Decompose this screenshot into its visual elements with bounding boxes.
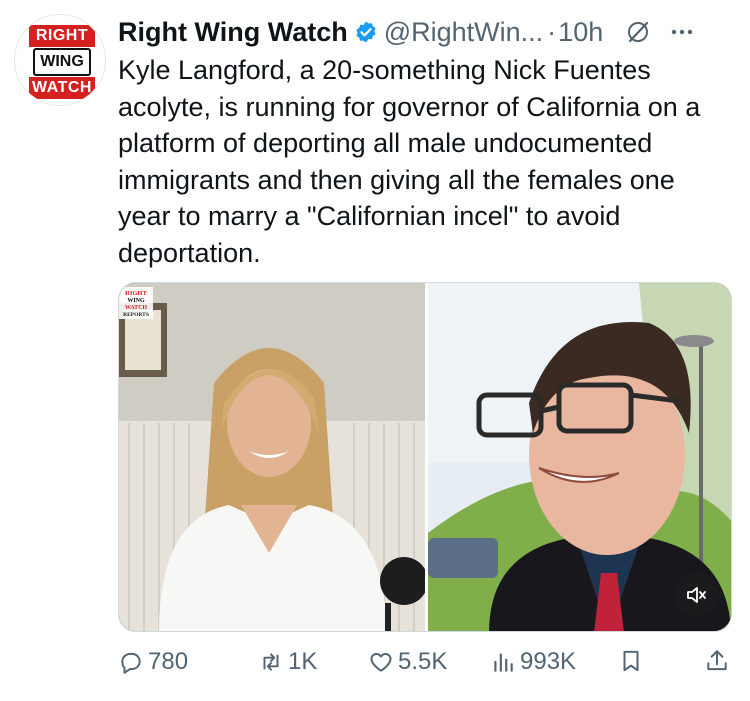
- bookmark-icon: [623, 650, 639, 672]
- avatar-logo: RIGHT WING WATCH: [29, 25, 95, 99]
- avatar-logo-bottom: WATCH: [29, 77, 95, 99]
- more-options-icon[interactable]: [667, 17, 697, 47]
- bookmark-button[interactable]: [618, 648, 648, 674]
- views-button[interactable]: 993K: [490, 648, 576, 676]
- repost-count: 1K: [288, 648, 318, 675]
- like-button[interactable]: 5.5K: [368, 648, 447, 676]
- separator-dot: ·: [547, 16, 557, 47]
- share-button[interactable]: [704, 648, 734, 674]
- unmute-button[interactable]: [675, 573, 719, 617]
- avatar[interactable]: RIGHT WING WATCH: [14, 14, 106, 106]
- share-icon: [707, 650, 727, 671]
- display-name[interactable]: Right Wing Watch: [118, 17, 348, 48]
- reply-count: 780: [148, 648, 189, 675]
- grok-icon[interactable]: [625, 19, 651, 45]
- reply-button[interactable]: 780: [118, 648, 188, 676]
- tweet-text: Kyle Langford, a 20-something Nick Fuent…: [118, 55, 701, 268]
- watermark-line-1: RIGHT: [125, 290, 147, 297]
- verified-badge-icon: [356, 21, 376, 43]
- watermark-line-4: REPORTS: [123, 312, 149, 318]
- reply-icon: [121, 652, 141, 674]
- heart-icon: [370, 653, 392, 672]
- avatar-logo-top: RIGHT: [29, 25, 95, 47]
- video-player[interactable]: RIGHT WING WATCH REPORTS: [118, 282, 732, 632]
- repost-icon: [263, 653, 279, 671]
- timestamp[interactable]: 10h: [558, 17, 603, 48]
- watermark-line-3: WATCH: [125, 305, 148, 311]
- views-chart-icon: [494, 653, 513, 672]
- action-bar: 780 1K 5.5K 993K: [118, 648, 734, 684]
- handle[interactable]: @RightWin...: [384, 17, 543, 48]
- avatar-logo-middle: WING: [33, 48, 91, 76]
- video-frame: RIGHT WING WATCH REPORTS: [119, 283, 731, 631]
- tweet-header: Right Wing Watch @RightWin... · 10h: [118, 14, 736, 50]
- watermark-line-2: WING: [127, 298, 145, 304]
- like-count: 5.5K: [398, 648, 448, 675]
- repost-button[interactable]: 1K: [258, 648, 317, 676]
- muted-speaker-icon: [687, 587, 706, 603]
- views-count: 993K: [520, 648, 577, 675]
- tweet[interactable]: RIGHT WING WATCH Right Wing Watch @Right…: [0, 0, 750, 701]
